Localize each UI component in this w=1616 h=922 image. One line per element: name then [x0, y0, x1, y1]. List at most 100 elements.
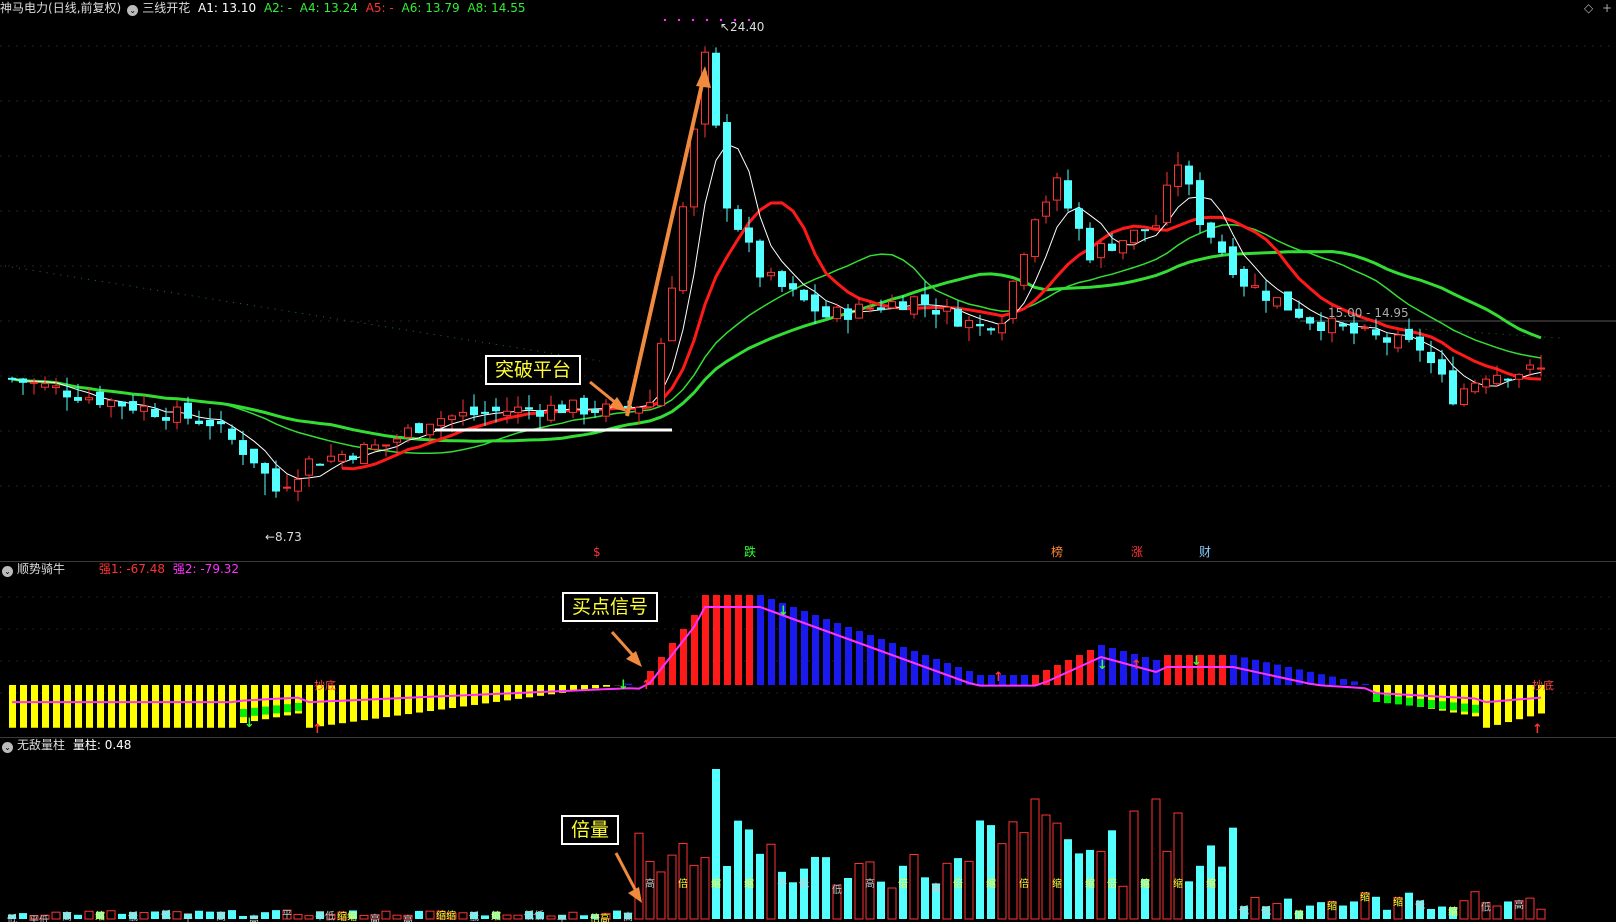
candle-body: [756, 240, 764, 278]
indicator-bar: [9, 685, 16, 728]
indicator-bar: [394, 685, 401, 716]
a8-value: A8: 14.55: [467, 1, 526, 15]
indicator-bar: [1285, 667, 1292, 685]
indicator-name[interactable]: 三线开花: [142, 1, 190, 15]
diamond-icon[interactable]: ◇: [1584, 1, 1593, 15]
volume-tag: 高: [403, 913, 413, 922]
volume-bar: [987, 825, 995, 919]
indicator-bar: [1164, 655, 1171, 685]
panel3-menu-icon[interactable]: ⌄: [2, 742, 13, 753]
volume-tag: 倍: [1107, 877, 1117, 890]
candle-body: [382, 444, 390, 447]
volume-tag: 缩: [1327, 899, 1337, 912]
price-chart[interactable]: ↖24.40 ←8.73 15.00 - 14.95 $ 跌 榜 涨 财: [0, 16, 1616, 561]
volume-tag: 缩: [1085, 877, 1095, 890]
volume-bar: [899, 865, 907, 919]
candle-body: [1075, 208, 1083, 229]
volume-bar: [1162, 850, 1172, 920]
volume-tag: 平: [282, 910, 292, 921]
low-price-label: ←8.73: [265, 530, 302, 544]
indicator-bar: [955, 667, 962, 685]
volume-bar: [1041, 814, 1051, 920]
candle-body: [822, 306, 830, 318]
plus-icon[interactable]: +: [1602, 1, 1612, 15]
candle-body: [371, 444, 379, 450]
volume-bar: [877, 881, 885, 919]
candle-body: [1460, 388, 1468, 406]
volume-bar: [1272, 903, 1282, 920]
shunshi-qiniu-chart[interactable]: ↓ ↑ ↓ ↑ ↓ ↑ ↓ ↑ ↓ ↑ 抄底 抄底: [0, 577, 1616, 737]
candle-body: [1097, 243, 1105, 259]
volume-tag: 平: [183, 914, 193, 922]
signal-arrow: ↑: [1532, 722, 1543, 737]
indicator-bar-green: [295, 703, 302, 711]
volume-bar: [425, 910, 435, 920]
candle-body: [305, 458, 313, 476]
candle-body: [800, 289, 808, 301]
candle-body: [74, 397, 82, 401]
volume-bar: [106, 910, 116, 920]
candle-body: [1504, 378, 1512, 381]
volume-bar: [546, 915, 556, 920]
candle-body: [1031, 219, 1039, 258]
volume-tag: 缩: [1448, 905, 1458, 918]
high-price-label: ↖24.40: [720, 20, 764, 34]
candle-body: [1427, 351, 1435, 364]
indicator-bar: [383, 685, 390, 718]
event-marker: 财: [1199, 545, 1211, 559]
event-marker: 跌: [744, 544, 756, 559]
candle-body: [272, 468, 280, 492]
panel3-title[interactable]: 无敌量柱: [17, 738, 65, 752]
candle-body: [899, 301, 907, 311]
candle-body: [668, 287, 676, 342]
candle-body: [393, 438, 401, 443]
volume-bar: [1052, 822, 1062, 920]
indicator-bar: [229, 685, 236, 728]
volume-tag: 缩: [95, 910, 105, 922]
candle-body: [217, 421, 225, 425]
candle-body: [1416, 336, 1424, 351]
indicator-bar: [1494, 685, 1501, 725]
indicator-bar: [163, 685, 170, 728]
volume-bar: [1030, 798, 1040, 920]
signal-arrow: ↓: [244, 716, 255, 731]
candle-body: [19, 378, 27, 383]
panel2-menu-icon[interactable]: ⌄: [2, 566, 13, 577]
indicator-bar: [31, 685, 38, 728]
indicator-bar: [1351, 681, 1358, 685]
signal-arrow: ↓: [1191, 654, 1202, 669]
indicator-bar: [1241, 657, 1248, 685]
indicator-bar: [1219, 655, 1226, 685]
signal-arrow: ↓: [618, 678, 629, 693]
volume-tag: 缩: [1206, 877, 1216, 890]
indicator-bar: [42, 685, 49, 728]
volume-bar: [272, 910, 280, 919]
volume-tag: 缩: [1360, 891, 1370, 904]
candle-body: [283, 486, 291, 489]
volume-tag: 缩: [711, 877, 721, 890]
candle-body: [646, 401, 654, 408]
indicator-bar-green: [1384, 695, 1391, 704]
indicator-menu-icon[interactable]: ⌄: [127, 5, 139, 16]
volume-bar: [723, 865, 731, 919]
indicator-bar: [889, 643, 896, 685]
candle-body: [569, 399, 577, 413]
volume-bar: [700, 857, 710, 920]
volume-tag: 低: [1481, 901, 1491, 914]
volume-bar: [151, 911, 159, 919]
candle-body: [1009, 280, 1017, 320]
panel2-title[interactable]: 顺势骑牛: [17, 562, 65, 576]
indicator-bar: [130, 685, 137, 728]
candle-body: [635, 406, 643, 414]
indicator-bar: [1208, 655, 1215, 685]
candle-body: [987, 328, 995, 331]
candle-body: [1328, 317, 1336, 334]
volume-tag: 倍高: [590, 912, 610, 922]
volume-bar-chart[interactable]: 低平低高缩低低平高高平平低 缩缩高高缩缩低缩低低平倍高 高高倍缩缩平低低高倍高倍缩倍…: [0, 753, 1616, 922]
candle-body: [1229, 246, 1237, 276]
volume-bar: [964, 860, 974, 920]
candle-body: [349, 455, 357, 460]
volume-bar: [415, 910, 423, 919]
volume-bar: [481, 915, 489, 919]
candle-body: [1163, 184, 1171, 223]
